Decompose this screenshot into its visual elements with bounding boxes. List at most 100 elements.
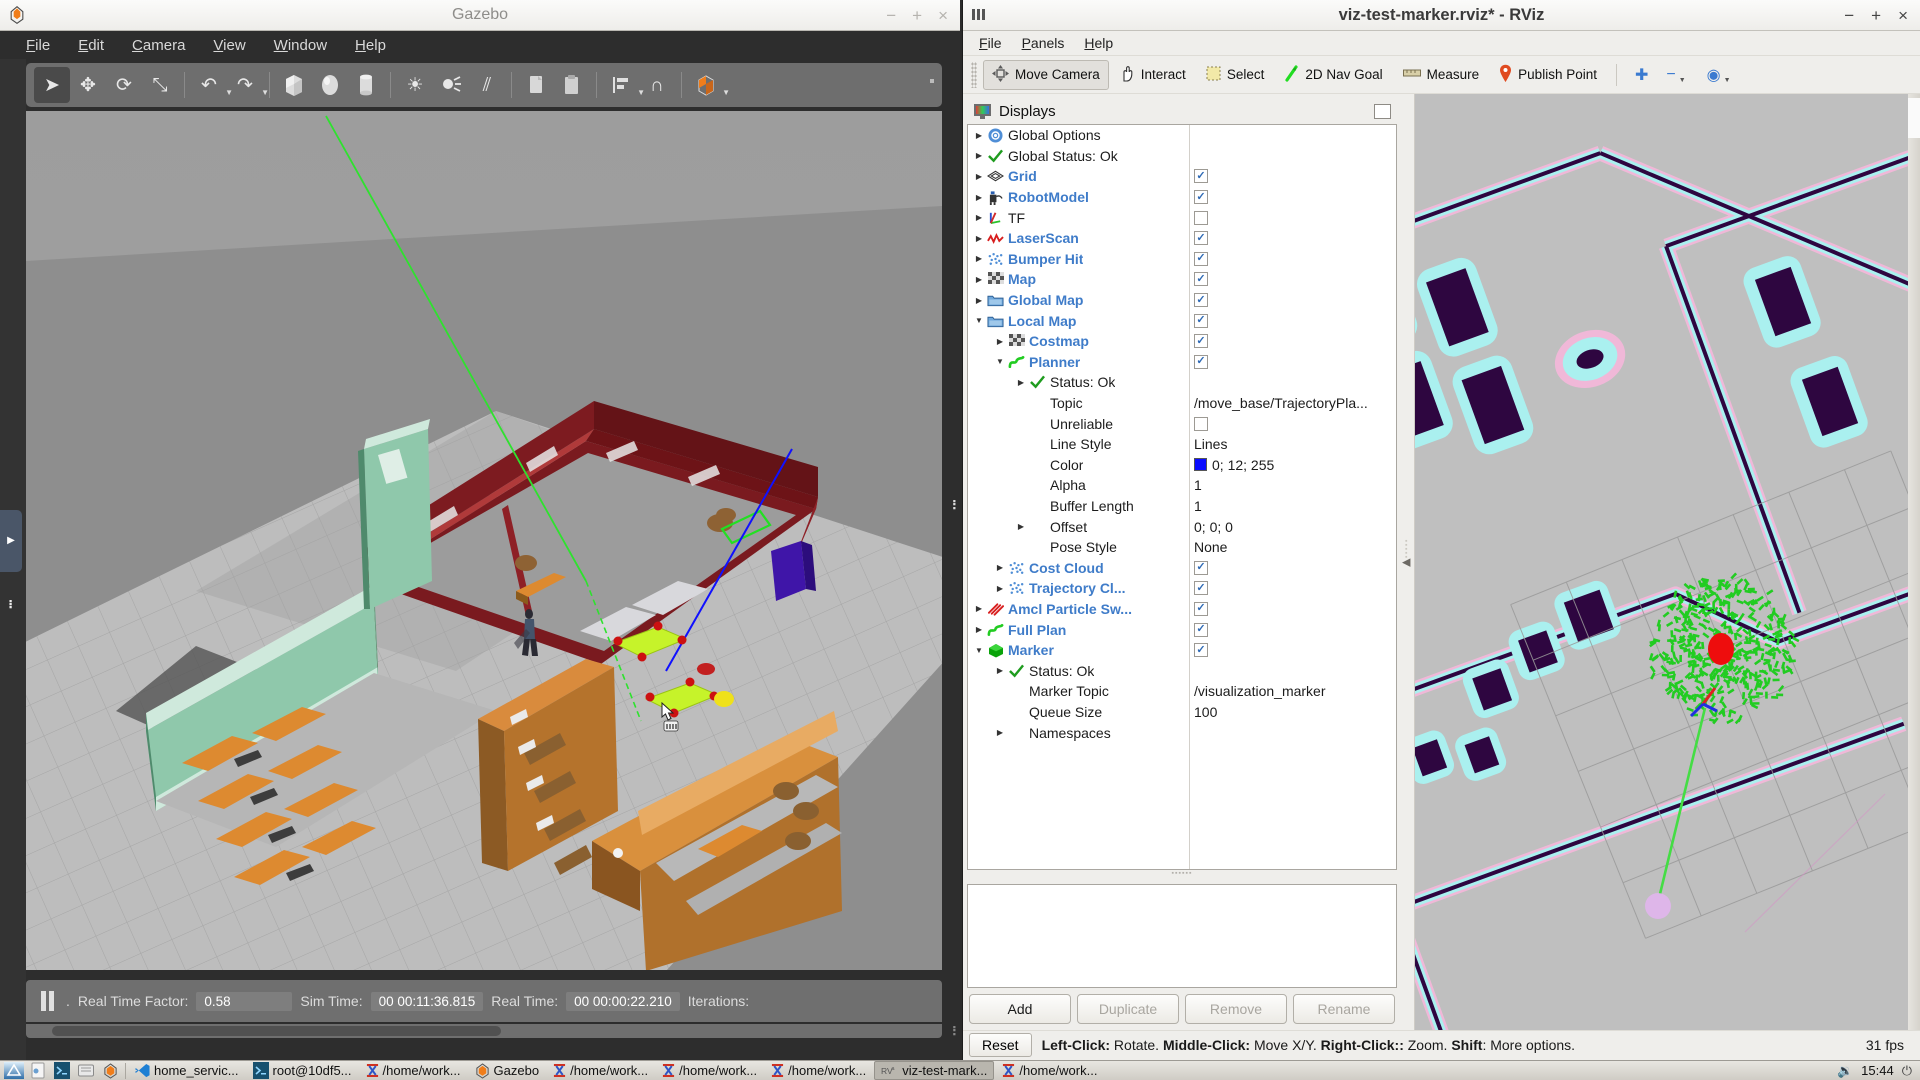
gazebo-menu-file[interactable]: File [12,34,64,57]
expand-arrow-closed-icon[interactable] [972,131,986,140]
rviz-3d-scroll-thumb[interactable] [1908,98,1920,138]
display-property-value[interactable]: 0; 0; 0 [1194,519,1233,535]
viewport-right-grip[interactable]: ▪ ▪ ▪ [953,496,956,512]
display-property-value[interactable]: /move_base/TrajectoryPla... [1194,395,1368,411]
display-tree-row[interactable]: Full Plan ✓ [968,619,1396,640]
display-property-value[interactable]: 1 [1194,477,1202,493]
display-tree-row[interactable]: Topic/move_base/TrajectoryPla... [968,393,1396,414]
reset-button[interactable]: Reset [969,1032,1032,1057]
display-tree-row[interactable]: Local Map ✓ [968,310,1396,331]
display-tree-row[interactable]: Offset 0; 0; 0 [968,516,1396,537]
selection-panel[interactable] [967,884,1397,988]
rotate-mode-icon[interactable]: ⟳ [106,67,142,103]
display-enable-checkbox[interactable] [1194,416,1208,431]
display-enable-checkbox[interactable]: ✓ [1194,581,1208,596]
gazebo-menu-window[interactable]: Window [260,34,341,57]
gazebo-resize-grip[interactable]: ▪ ▪ ▪ [953,1022,956,1038]
copy-icon[interactable] [518,67,554,103]
snap-icon[interactable]: ∩ [639,67,675,103]
display-tree-row[interactable]: Pose Style None [968,537,1396,558]
tool-interact[interactable]: Interact [1111,60,1195,90]
gazebo-menu-camera[interactable]: Camera [118,34,199,57]
rviz-minimize-button[interactable]: − [1844,7,1854,24]
panel-splitter-grip[interactable]: ▪▪▪▪▪▪ [967,870,1397,877]
display-tree-row[interactable]: Bumper Hit ✓ [968,249,1396,270]
display-tree-row[interactable]: Global Options [968,125,1396,146]
display-tree-row[interactable]: Trajectory Cl... ✓ [968,578,1396,599]
toolbar-drag-grip[interactable] [971,61,977,88]
display-tree-row[interactable]: Alpha 1 [968,475,1396,496]
select-mode-icon[interactable]: ➤ [34,67,70,103]
text-editor-icon[interactable] [74,1062,98,1080]
world-panel-expand-tab[interactable] [0,509,22,572]
gazebo-menu-edit[interactable]: Edit [64,34,118,57]
tool-publish-point[interactable]: Publish Point [1490,59,1606,90]
gazebo-menu-view[interactable]: View [199,34,259,57]
rviz-3d-vertical-scrollbar[interactable] [1908,94,1920,1030]
taskbar-task[interactable]: Gazebo [469,1062,546,1080]
view-angle-icon[interactable]: ▼ [688,67,730,103]
rviz-close-button[interactable]: × [1898,7,1908,24]
power-icon[interactable]: ⏻ [1902,1063,1912,1079]
start-menu-icon[interactable] [2,1062,26,1080]
directional-light-icon[interactable]: ⫽ [469,67,505,103]
rviz-menu-file[interactable]: File [969,33,1012,53]
display-tree-row[interactable]: LaserScan ✓ [968,228,1396,249]
expand-arrow-closed-icon[interactable] [972,172,986,181]
display-tree-row[interactable]: Marker ✓ [968,640,1396,661]
expand-arrow-closed-icon[interactable] [972,151,986,160]
taskbar-task[interactable]: /home/work... [996,1062,1103,1079]
display-enable-checkbox[interactable] [1194,210,1208,225]
spot-light-icon[interactable] [433,67,469,103]
expand-arrow-closed-icon[interactable] [993,337,1007,346]
display-enable-checkbox[interactable]: ✓ [1194,601,1208,616]
display-tree-row[interactable]: Grid ✓ [968,166,1396,187]
display-enable-checkbox[interactable]: ✓ [1194,190,1208,205]
rviz-panel-splitter[interactable]: ▪ ▪ ▪ ▪ ▪ [1401,94,1414,1030]
taskbar-task[interactable]: /home/work... [656,1062,763,1079]
terminal-icon[interactable] [50,1062,74,1080]
display-tree-row[interactable]: Unreliable [968,413,1396,434]
expand-arrow-closed-icon[interactable] [993,666,1007,675]
expand-arrow-closed-icon[interactable] [972,275,986,284]
toolbar-overflow-dot[interactable] [930,79,934,83]
tool-2d-nav-goal[interactable]: 2D Nav Goal [1275,60,1391,90]
left-dock-grip[interactable]: ▪ ▪ ▪ [9,596,12,611]
gazebo-3d-viewport[interactable] [26,111,942,970]
display-tree-row[interactable]: Global Map ✓ [968,290,1396,311]
paste-icon[interactable] [554,67,590,103]
display-enable-checkbox[interactable]: ✓ [1194,334,1208,349]
display-tree-row[interactable]: Global Status: Ok [968,146,1396,167]
display-tree-row[interactable]: Status: Ok [968,372,1396,393]
gazebo-minimize-button[interactable]: − [886,7,896,24]
expand-arrow-closed-icon[interactable] [972,213,986,222]
scale-mode-icon[interactable]: ⤡ [142,67,178,103]
display-tree-row[interactable]: Namespaces [968,722,1396,743]
displays-tree[interactable]: Global OptionsGlobal Status: OkGrid✓Robo… [967,124,1397,870]
taskbar-task[interactable]: RV a viz-test-mark... [874,1061,995,1080]
displays-panel-float-button[interactable] [1374,103,1391,119]
display-tree-row[interactable]: Amcl Particle Sw... ✓ [968,599,1396,620]
speaker-icon[interactable]: 🔉 [1837,1063,1853,1079]
taskbar-task[interactable]: root@10df5... [247,1061,358,1080]
add-tool-icon[interactable]: ✚ [1627,63,1656,87]
display-property-value[interactable]: Lines [1194,436,1227,452]
display-enable-checkbox[interactable]: ✓ [1194,560,1208,575]
tool-measure[interactable]: Measure [1394,62,1489,87]
insert-cylinder-icon[interactable] [348,67,384,103]
gazebo-close-button[interactable]: × [938,7,948,24]
display-enable-checkbox[interactable]: ✓ [1194,272,1208,287]
display-tree-row[interactable]: Marker Topic/visualization_marker [968,681,1396,702]
expand-arrow-open-icon[interactable] [993,357,1007,366]
redo-icon[interactable]: ↷ ▼ [227,67,269,103]
tool-select[interactable]: Select [1197,61,1274,89]
expand-arrow-closed-icon[interactable] [1014,378,1028,387]
display-tree-row[interactable]: Cost Cloud ✓ [968,557,1396,578]
display-enable-checkbox[interactable]: ✓ [1194,643,1208,658]
color-swatch[interactable] [1194,458,1207,472]
pause-button[interactable] [36,990,58,1012]
expand-arrow-open-icon[interactable] [972,316,986,325]
translate-mode-icon[interactable]: ✥ [70,67,106,103]
display-enable-checkbox[interactable]: ✓ [1194,622,1208,637]
point-light-icon[interactable]: ☀ [397,67,433,103]
